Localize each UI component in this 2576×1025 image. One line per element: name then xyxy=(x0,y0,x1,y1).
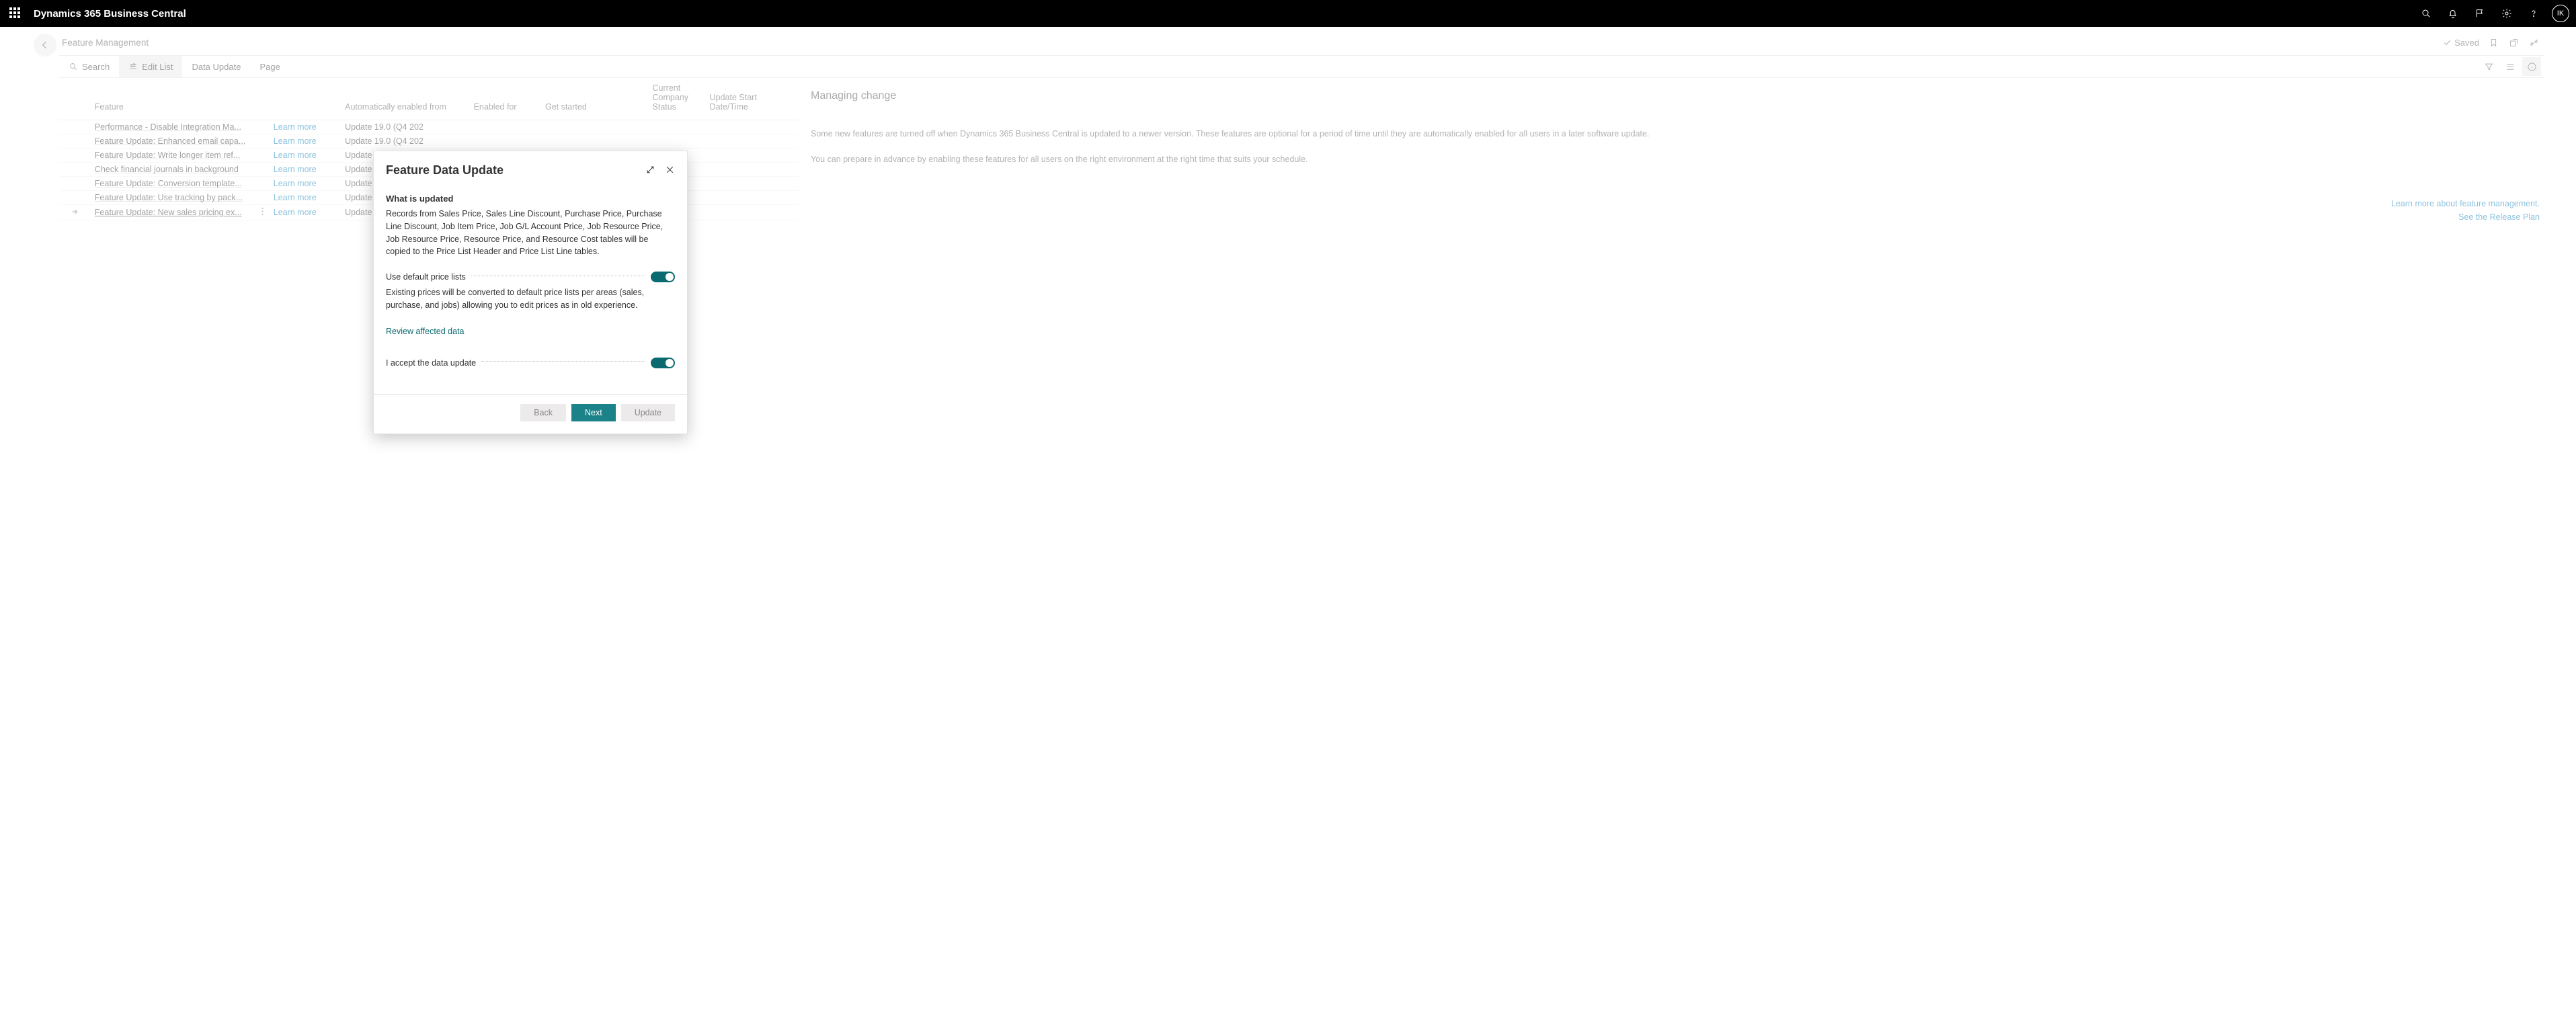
update-time-cell xyxy=(706,120,799,134)
back-button[interactable]: Back xyxy=(520,404,566,421)
company-status-cell xyxy=(649,120,706,134)
row-menu-icon[interactable] xyxy=(255,177,269,191)
toggle-description: Existing prices will be converted to def… xyxy=(386,286,675,312)
list-view-icon[interactable] xyxy=(2501,57,2520,76)
auto-enabled-from: Update 19.0 (Q4 202 xyxy=(341,134,469,149)
update-time-cell xyxy=(706,205,799,220)
collapse-icon[interactable] xyxy=(2528,36,2540,48)
feature-data-update-dialog: Feature Data Update What is updated Reco… xyxy=(373,151,688,434)
row-menu-icon[interactable] xyxy=(255,163,269,177)
feature-name[interactable]: Feature Update: Enhanced email capa... xyxy=(91,134,255,149)
accept-data-update-toggle[interactable] xyxy=(651,358,675,368)
section-text: Records from Sales Price, Sales Line Dis… xyxy=(386,208,675,258)
next-button[interactable]: Next xyxy=(571,404,616,421)
row-menu-icon[interactable] xyxy=(255,191,269,205)
notifications-icon[interactable] xyxy=(2442,2,2464,25)
edit-list-action[interactable]: Edit List xyxy=(119,56,182,77)
search-icon[interactable] xyxy=(2415,2,2438,25)
app-title: Dynamics 365 Business Central xyxy=(34,8,186,19)
factbox-icon[interactable] xyxy=(2522,57,2541,76)
col-auto[interactable]: Automatically enabled from xyxy=(341,78,469,120)
top-navbar: Dynamics 365 Business Central IK xyxy=(0,0,2576,27)
feature-name[interactable]: Feature Update: New sales pricing ex... xyxy=(91,205,255,220)
learn-more-link[interactable]: Learn more xyxy=(270,191,341,205)
factbox-paragraph: Some new features are turned off when Dy… xyxy=(811,128,2540,140)
col-feature[interactable]: Feature xyxy=(91,78,255,120)
feature-name[interactable]: Check financial journals in background xyxy=(91,163,255,177)
dialog-title: Feature Data Update xyxy=(386,163,645,177)
table-row[interactable]: Performance - Disable Integration Ma... L… xyxy=(59,120,799,134)
get-started-cell xyxy=(541,120,649,134)
enabled-for-cell[interactable] xyxy=(470,120,541,134)
update-button[interactable]: Update xyxy=(621,404,675,421)
factbox-paragraph: You can prepare in advance by enabling t… xyxy=(811,153,2540,165)
col-companystatus[interactable]: Current Company Status xyxy=(649,78,706,120)
flag-icon[interactable] xyxy=(2468,2,2491,25)
update-time-cell xyxy=(706,134,799,149)
toggle-label: Use default price lists xyxy=(386,272,466,282)
col-learnmore xyxy=(270,78,341,120)
table-row[interactable]: Feature Update: Enhanced email capa... Le… xyxy=(59,134,799,149)
release-plan-link[interactable]: See the Release Plan xyxy=(811,212,2540,222)
update-time-cell xyxy=(706,177,799,191)
row-menu-icon[interactable] xyxy=(255,205,269,220)
app-launcher-icon[interactable] xyxy=(9,7,22,19)
learn-more-link[interactable]: Learn more xyxy=(270,177,341,191)
close-icon[interactable] xyxy=(665,165,675,177)
learn-more-link[interactable]: Learn more xyxy=(270,205,341,220)
bookmark-icon[interactable] xyxy=(2487,36,2499,48)
learn-more-link[interactable]: Learn more about feature management. xyxy=(811,199,2540,208)
saved-indicator: Saved xyxy=(2443,38,2479,48)
feature-name[interactable]: Feature Update: Write longer item ref... xyxy=(91,149,255,163)
data-update-action[interactable]: Data Update xyxy=(182,56,250,77)
factbox-title: Managing change xyxy=(811,90,2540,102)
col-updatetime[interactable]: Update Start Date/Time xyxy=(706,78,799,120)
learn-more-link[interactable]: Learn more xyxy=(270,163,341,177)
page-action[interactable]: Page xyxy=(250,56,289,77)
col-getstarted[interactable]: Get started xyxy=(541,78,649,120)
feature-name[interactable]: Feature Update: Conversion template... xyxy=(91,177,255,191)
use-default-price-lists-toggle[interactable] xyxy=(651,272,675,282)
feature-name[interactable]: Performance - Disable Integration Ma... xyxy=(91,120,255,134)
factbox-panel: Managing change Some new features are tu… xyxy=(799,78,2544,226)
popout-icon[interactable] xyxy=(2507,36,2520,48)
feature-name[interactable]: Feature Update: Use tracking by pack... xyxy=(91,191,255,205)
update-time-cell xyxy=(706,149,799,163)
row-menu-icon[interactable] xyxy=(255,134,269,149)
section-heading: What is updated xyxy=(386,194,675,204)
toggle-label: I accept the data update xyxy=(386,358,476,368)
help-icon[interactable] xyxy=(2522,2,2545,25)
update-time-cell xyxy=(706,163,799,177)
learn-more-link[interactable]: Learn more xyxy=(270,134,341,149)
enabled-for-cell[interactable] xyxy=(470,134,541,149)
filter-icon[interactable] xyxy=(2479,57,2498,76)
row-menu-icon[interactable] xyxy=(255,120,269,134)
row-menu-icon[interactable] xyxy=(255,149,269,163)
search-action[interactable]: Search xyxy=(59,56,119,77)
col-enabledfor[interactable]: Enabled for xyxy=(470,78,541,120)
back-button[interactable] xyxy=(34,34,56,56)
page-header: Feature Management Saved xyxy=(0,27,2576,55)
page-title: Feature Management xyxy=(62,38,149,48)
get-started-cell xyxy=(541,134,649,149)
action-toolbar: Search Edit List Data Update Page xyxy=(59,55,2544,78)
learn-more-link[interactable]: Learn more xyxy=(270,120,341,134)
review-affected-data-link[interactable]: Review affected data xyxy=(386,327,465,336)
auto-enabled-from: Update 19.0 (Q4 202 xyxy=(341,120,469,134)
user-avatar[interactable]: IK xyxy=(2552,5,2569,22)
expand-icon[interactable] xyxy=(645,165,655,177)
learn-more-link[interactable]: Learn more xyxy=(270,149,341,163)
company-status-cell xyxy=(649,134,706,149)
update-time-cell xyxy=(706,191,799,205)
settings-icon[interactable] xyxy=(2495,2,2518,25)
